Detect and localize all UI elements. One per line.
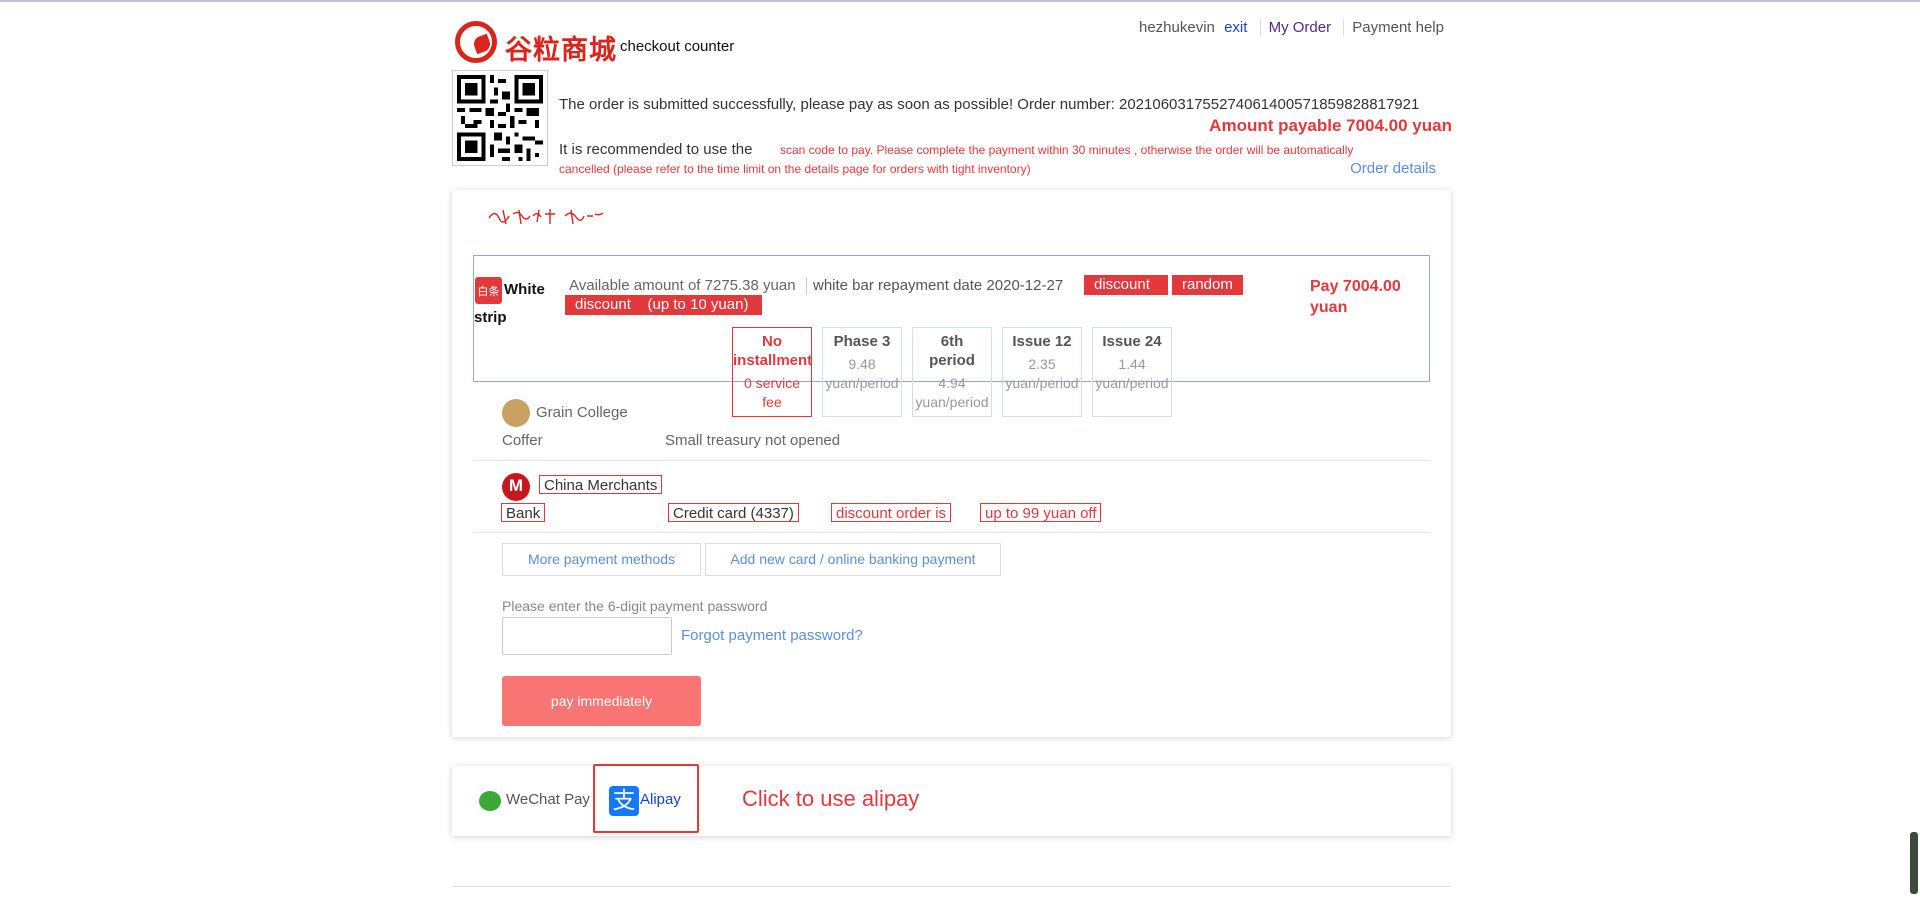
separator [806,277,807,295]
plan-title: Issue 24 [1102,333,1162,350]
plan-title: No [762,333,782,350]
pay-amount-line2: yuan [1310,299,1348,316]
top-border [0,0,1920,2]
divider [473,532,1430,533]
random-tag: random [1172,275,1243,295]
white-strip-icon: 白条 [475,277,502,304]
installment-plan-none[interactable]: No installment 0 service fee [732,327,812,417]
alipay-hint: Click to use alipay [742,786,920,811]
wechat-icon [479,791,501,811]
pay-amount-line1: Pay 7004.00 [1310,278,1401,295]
plan-sub: 4.94 [938,375,966,391]
payment-help-link[interactable]: Payment help [1343,19,1444,36]
recommend-text: It is recommended to use the [559,141,753,158]
slogan-calligraphy-icon [488,209,604,225]
more-payment-methods-button[interactable]: More payment methods [502,543,701,576]
white-strip-label-1: White [504,281,545,298]
scrollbar-thumb[interactable] [1910,832,1918,894]
credit-card-option[interactable]: Credit card (4337) [668,503,799,522]
plan-title: Issue 12 [1012,333,1072,350]
pay-immediately-button[interactable]: pay immediately [502,676,701,726]
exit-link[interactable]: exit [1219,19,1255,36]
alipay-label[interactable]: Alipay [640,791,681,808]
china-merchants-bank-icon [502,473,530,501]
installment-plan-24[interactable]: Issue 24 1.44 yuan/period [1092,327,1172,417]
plan-title-2: installment [733,352,813,369]
plan-sub-2: yuan/period [825,375,899,391]
amount-payable: Amount payable 7004.00 yuan [1209,116,1452,135]
plan-sub: 1.44 [1118,356,1146,372]
plan-sub-2: yuan/period [915,394,989,410]
coffer-status: Small treasury not opened [665,432,841,449]
discount-tag: discount [1084,275,1168,295]
plan-sub-2: fee [762,394,782,410]
my-order-link[interactable]: My Order [1259,19,1340,36]
coffer-bag-icon [502,399,530,427]
bank-name-line2[interactable]: Bank [501,503,546,522]
scan-notice-line2: cancelled (please refer to the time limi… [559,162,1031,176]
plan-sub: 9.48 [848,356,876,372]
plan-title: 6th [940,333,964,350]
payment-password-input[interactable] [502,617,672,655]
plan-sub-2: yuan/period [1005,375,1079,391]
order-submitted-text: The order is submitted successfully, ple… [559,96,1420,113]
available-amount: Available amount of 7275.38 yuan [569,277,796,294]
order-details-link[interactable]: Order details [1350,160,1436,177]
logo-subtitle: checkout counter [620,38,735,55]
username: hezhukevin [1139,19,1215,36]
plan-title: Phase 3 [833,333,891,350]
alipay-icon: 支 [609,786,639,816]
top-links: hezhukevin exit My Order Payment help [1131,19,1444,36]
logo-text[interactable]: 谷粒商城 [505,28,617,67]
password-label: Please enter the 6-digit payment passwor… [502,598,768,614]
installment-plan-12[interactable]: Issue 12 2.35 yuan/period [1002,327,1082,417]
bank-promo-2: up to 99 yuan off [980,503,1102,522]
repayment-date: white bar repayment date 2020-12-27 [813,277,1064,294]
white-strip-label-2: strip [474,309,507,326]
plan-sub-2: yuan/period [1095,375,1169,391]
plan-sub: 0 service [743,375,801,391]
plan-title-2: period [929,352,975,369]
forgot-password-link[interactable]: Forgot payment password? [681,627,863,644]
discount-up-to-tag: discount (up to 10 yuan) [565,295,762,315]
scan-notice-line1: scan code to pay. Please complete the pa… [780,143,1354,157]
divider [473,460,1430,461]
coffer-label-2: Coffer [502,432,543,449]
installment-plan-3[interactable]: Phase 3 9.48 yuan/period [822,327,902,417]
bank-promo-1: discount order is [831,503,952,522]
bank-name-line1[interactable]: China Merchants [539,475,663,494]
wechat-pay-option[interactable]: WeChat Pay [506,791,590,808]
installment-plan-6[interactable]: 6th period 4.94 yuan/period [912,327,992,417]
plan-sub: 2.35 [1028,356,1056,372]
qr-code [452,70,548,166]
logo-icon[interactable] [455,21,497,63]
add-card-button[interactable]: Add new card / online banking payment [705,543,1001,576]
footer-divider [452,886,1451,887]
coffer-label-1: Grain College [536,404,628,421]
